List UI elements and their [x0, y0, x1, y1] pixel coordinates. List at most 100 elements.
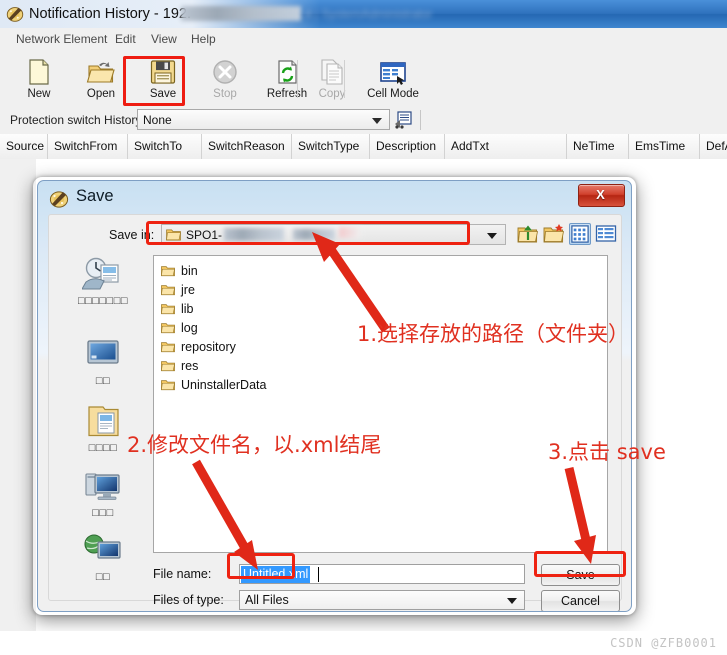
window-titlebar: Notification History - 192. 4 | SystemAd… — [0, 0, 727, 28]
file-name-input[interactable]: Untitled.xml — [239, 564, 525, 584]
filter-bar-label: Protection switch History — [10, 113, 142, 127]
column-header-defaggr-label: DefAggr — [706, 139, 727, 153]
chevron-down-icon — [507, 598, 517, 604]
file-list-item-label: log — [181, 321, 198, 335]
toolbar-button-save[interactable]: Save — [132, 55, 194, 103]
file-list-item-label: bin — [181, 264, 198, 278]
documents-icon — [88, 406, 119, 437]
chevron-down-icon — [487, 233, 497, 239]
column-header-source[interactable]: Source — [0, 134, 48, 159]
computer-icon — [85, 473, 120, 500]
save-in-label: Save in: — [109, 228, 155, 242]
file-list-pane[interactable]: bin jre lib log repository res Uninstall… — [153, 255, 608, 553]
close-button[interactable]: X — [578, 184, 625, 207]
open-folder-icon — [86, 62, 115, 83]
filter-table-icon[interactable] — [393, 110, 413, 130]
save-dialog-title: Save — [76, 187, 114, 205]
column-header-switchtype[interactable]: SwitchType — [292, 134, 370, 159]
column-header-description[interactable]: Description — [370, 134, 445, 159]
cancel-button[interactable]: Cancel — [541, 590, 620, 611]
app-palette-icon — [6, 7, 24, 22]
details-view-icon[interactable] — [595, 223, 617, 245]
shortcut-documents[interactable]: □□□□ — [61, 404, 145, 454]
toolbar-button-new[interactable]: New — [8, 55, 70, 103]
title-redaction-block — [181, 6, 301, 21]
title-blurred-tail: 4 | SystemAdministrator — [305, 7, 433, 21]
folder-icon — [161, 342, 175, 353]
stop-circle-icon — [213, 60, 237, 84]
toolbar-button-cell-mode[interactable]: Cell Mode — [355, 55, 431, 103]
toolbar-separator-2 — [344, 60, 345, 98]
toolbar-button-copy[interactable]: Copy — [301, 55, 363, 103]
folder-icon — [161, 266, 175, 277]
column-header-netime[interactable]: NeTime — [567, 134, 629, 159]
window-title: Notification History - 192. — [29, 6, 191, 22]
shortcut-computer[interactable]: □□□ — [61, 469, 145, 519]
shortcut-desktop[interactable]: □□ — [61, 337, 145, 387]
files-of-type-combo[interactable]: All Files — [239, 590, 525, 610]
file-list-item-label: res — [181, 359, 199, 373]
toolbar-separator-1 — [297, 60, 298, 98]
filter-combo[interactable]: None — [137, 109, 390, 130]
column-header-switchto[interactable]: SwitchTo — [128, 134, 202, 159]
folder-icon — [161, 380, 175, 391]
toolbar-label-open: Open — [86, 88, 116, 100]
toolbar-label-copy: Copy — [318, 88, 346, 100]
menu-item-edit[interactable]: Edit — [111, 31, 140, 47]
column-header-switchfrom[interactable]: SwitchFrom — [48, 134, 128, 159]
save-dialog: Save X Save in: SPO1- □□□□□□□ □□ □□□□ □□… — [37, 180, 632, 612]
filter-combo-value: None — [143, 113, 172, 127]
save-in-combo[interactable]: SPO1- — [161, 224, 506, 245]
floppy-disk-icon — [150, 60, 176, 84]
dialog-app-palette-icon — [49, 191, 69, 208]
file-name-label: File name: — [153, 567, 212, 581]
folder-icon — [161, 285, 175, 296]
column-header-defaggr[interactable]: DefAggr — [700, 134, 727, 159]
file-name-value: Untitled.xml — [241, 566, 311, 583]
save-button[interactable]: Save — [541, 564, 620, 586]
table-left-gutter — [0, 159, 36, 631]
menu-bar: Network Element Edit View Help — [0, 28, 727, 53]
shortcut-network[interactable]: □□ — [61, 533, 145, 583]
files-of-type-value: All Files — [245, 593, 289, 607]
desktop-icon — [87, 340, 119, 364]
shortcut-computer-label: □□□ — [92, 507, 114, 519]
watermark: CSDN @ZFB0001 — [610, 636, 717, 650]
save-in-redaction-2 — [293, 229, 335, 240]
save-in-redaction-1 — [224, 228, 284, 241]
toolbar-button-stop[interactable]: Stop — [194, 55, 256, 103]
list-view-glyph — [571, 225, 589, 243]
shortcut-desktop-label: □□ — [95, 375, 111, 387]
toolbar-label-new: New — [27, 88, 51, 100]
files-of-type-label: Files of type: — [153, 593, 224, 607]
cell-mode-icon — [380, 62, 406, 85]
column-header-emstime[interactable]: EmsTime — [629, 134, 700, 159]
folder-icon — [161, 361, 175, 372]
menu-item-network-element[interactable]: Network Element — [12, 31, 111, 47]
folder-icon — [161, 323, 175, 334]
new-folder-icon[interactable] — [543, 223, 565, 245]
shortcut-recent-items[interactable]: □□□□□□□ — [61, 257, 145, 307]
save-in-redaction-3 — [339, 227, 361, 238]
new-document-icon — [29, 59, 49, 85]
toolbar-label-stop: Stop — [213, 88, 237, 100]
up-one-level-icon[interactable] — [517, 223, 539, 245]
close-icon: X — [596, 187, 605, 202]
screenshot-root: Notification History - 192. 4 | SystemAd… — [0, 0, 727, 655]
toolbar-label-cell-mode: Cell Mode — [367, 88, 419, 100]
toolbar-label-save: Save — [149, 88, 177, 100]
list-view-icon[interactable] — [569, 223, 591, 245]
toolbar-button-open[interactable]: Open — [70, 55, 132, 103]
main-toolbar: New Open Save Stop Refresh Copy Cell Mod… — [0, 52, 727, 155]
filter-bar-separator — [420, 110, 421, 130]
file-list-item-label: lib — [181, 302, 194, 316]
column-header-addtxt[interactable]: AddTxt — [445, 134, 567, 159]
text-caret — [318, 567, 319, 582]
save-in-value: SPO1- — [186, 228, 223, 242]
network-icon — [84, 534, 121, 559]
column-header-switchreason[interactable]: SwitchReason — [202, 134, 292, 159]
menu-item-view[interactable]: View — [147, 31, 181, 47]
filter-bar: Protection switch History None — [0, 106, 727, 135]
folder-icon — [166, 229, 181, 241]
menu-item-help[interactable]: Help — [187, 31, 220, 47]
